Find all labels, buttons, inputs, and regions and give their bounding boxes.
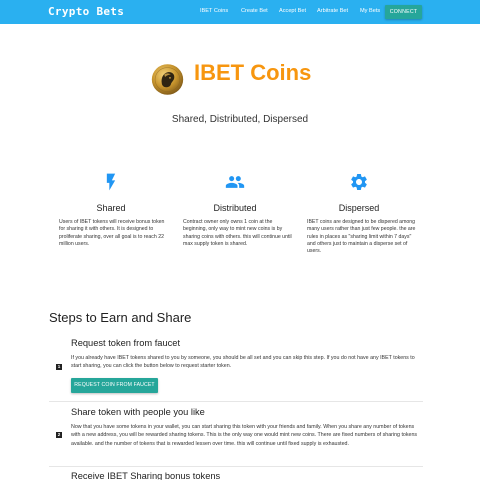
hero-tagline: Shared, Distributed, Dispersed [171, 114, 309, 125]
nav-link-create-bet[interactable]: Create Bet [241, 8, 268, 14]
brand-logo[interactable]: Crypto Bets [48, 5, 124, 18]
step-divider [49, 401, 423, 402]
step-title-1: Request token from faucet [71, 338, 181, 348]
feature-text-distributed: Contract owner only owns 1 coin at the b… [183, 219, 292, 247]
page-title: IBET Coins [194, 60, 312, 85]
feature-title-dispersed: Dispersed [338, 203, 380, 213]
nav-link-accept-bet[interactable]: Accept Bet [279, 8, 306, 14]
connect-button[interactable]: CONNECT [385, 5, 422, 19]
step-number-2: 2 [56, 432, 62, 438]
step-text-1: If you already have IBET tokens shared t… [71, 355, 415, 370]
step-number-1: 1 [56, 364, 62, 370]
step-title-2: Share token with people you like [71, 407, 205, 417]
gold-coin-icon [151, 64, 184, 95]
request-coin-button[interactable]: REQUEST COIN FROM FAUCET [71, 378, 158, 393]
flash-icon [106, 173, 116, 191]
nav-link-arbitrate-bet[interactable]: Arbitrate Bet [317, 8, 348, 14]
feature-text-shared: Users of IBET tokens will receive bonus … [59, 219, 165, 247]
step-divider [49, 466, 423, 467]
nav-link-ibet-coins[interactable]: IBET Coins [200, 8, 228, 14]
nav-link-my-bets[interactable]: My Bets [360, 8, 380, 14]
step-text-2: Now that you have some tokens in your wa… [71, 424, 418, 447]
feature-text-dispersed: IBET coins are designed to be dispered a… [307, 219, 416, 255]
feature-title-distributed: Distributed [213, 203, 257, 213]
step-title-3: Receive IBET Sharing bonus tokens [71, 471, 221, 480]
group-icon [225, 176, 245, 188]
top-navbar: Crypto Bets IBET Coins Create Bet Accept… [0, 0, 480, 24]
steps-heading: Steps to Earn and Share [49, 310, 192, 325]
feature-title-shared: Shared [96, 203, 126, 213]
gear-icon [351, 174, 367, 190]
